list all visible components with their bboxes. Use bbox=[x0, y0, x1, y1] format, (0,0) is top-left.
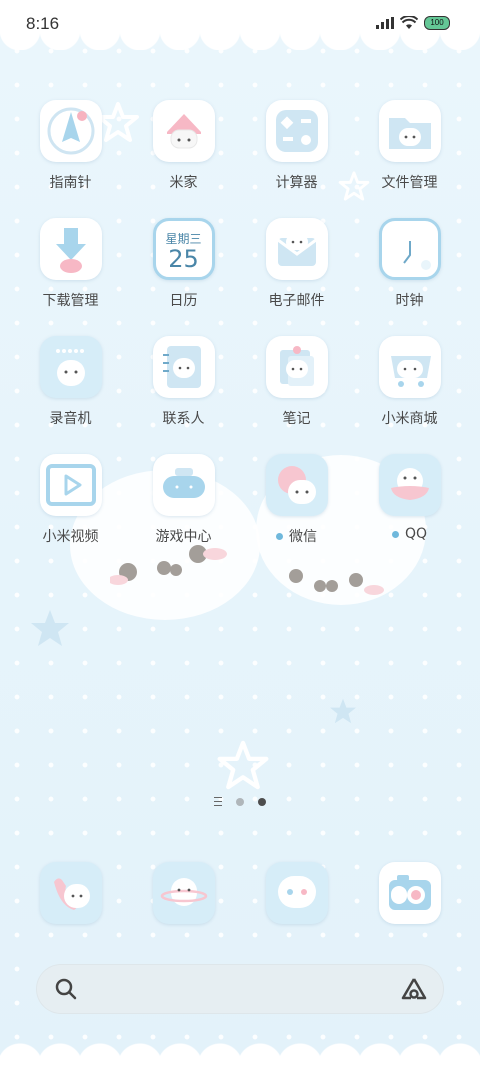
contacts-icon bbox=[152, 336, 215, 398]
page-indicator[interactable] bbox=[0, 797, 480, 806]
app-mi-video[interactable]: 小米视频 bbox=[14, 454, 127, 546]
app-label: 小米商城 bbox=[381, 411, 438, 427]
app-label: 联系人 bbox=[162, 411, 205, 427]
app-label: 时钟 bbox=[395, 293, 424, 309]
page-dot-active[interactable] bbox=[258, 797, 266, 806]
signal-icon bbox=[376, 17, 394, 29]
download-icon bbox=[39, 218, 102, 280]
dock-camera[interactable] bbox=[353, 862, 466, 924]
app-label: 下载管理 bbox=[42, 293, 99, 309]
phone-icon bbox=[39, 862, 102, 924]
calendar-day: 25 bbox=[168, 245, 199, 273]
app-label: 米家 bbox=[169, 175, 198, 191]
new-indicator-dot bbox=[276, 532, 283, 540]
app-label: 文件管理 bbox=[381, 175, 438, 191]
calculator-icon bbox=[265, 100, 328, 162]
calendar-icon: 星期三 25 bbox=[152, 218, 215, 280]
dock-phone[interactable] bbox=[14, 862, 127, 924]
app-label: 小米视频 bbox=[42, 529, 99, 545]
gamepad-icon bbox=[152, 454, 215, 516]
clock-icon bbox=[378, 218, 441, 280]
status-time: 8:16 bbox=[26, 14, 60, 33]
shop-cart-icon bbox=[378, 336, 441, 398]
dock-browser[interactable] bbox=[127, 862, 240, 924]
app-calculator[interactable]: 计算器 bbox=[240, 100, 353, 192]
wechat-icon bbox=[265, 454, 328, 516]
assistant-icon[interactable] bbox=[400, 976, 428, 1002]
app-clock[interactable]: 时钟 bbox=[353, 218, 466, 310]
app-email[interactable]: 电子邮件 bbox=[240, 218, 353, 310]
browser-icon bbox=[152, 862, 215, 924]
app-grid: 指南针 米家 计算器 文件管理 下载管理 星期三 25 日历 电子邮件 时钟 录… bbox=[14, 100, 466, 546]
app-calendar[interactable]: 星期三 25 日历 bbox=[127, 218, 240, 310]
app-file-manager[interactable]: 文件管理 bbox=[353, 100, 466, 192]
app-label: 微信 bbox=[289, 529, 317, 545]
app-label: 日历 bbox=[169, 293, 198, 309]
new-indicator-dot bbox=[391, 530, 399, 538]
qq-icon bbox=[378, 454, 441, 516]
dock bbox=[14, 862, 466, 924]
home-icon bbox=[152, 100, 215, 162]
search-icon[interactable] bbox=[54, 977, 78, 1001]
app-label: 计算器 bbox=[275, 175, 318, 191]
app-label: 笔记 bbox=[282, 411, 311, 427]
app-mi-shop[interactable]: 小米商城 bbox=[353, 336, 466, 428]
star-decoration bbox=[31, 610, 69, 646]
folder-icon bbox=[378, 100, 441, 162]
messages-icon bbox=[265, 862, 328, 924]
app-compass[interactable]: 指南针 bbox=[14, 100, 127, 192]
app-game-center[interactable]: 游戏中心 bbox=[127, 454, 240, 546]
app-mijia[interactable]: 米家 bbox=[127, 100, 240, 192]
dock-messages[interactable] bbox=[240, 862, 353, 924]
app-label: 录音机 bbox=[49, 411, 92, 427]
star-decoration bbox=[330, 698, 356, 724]
mail-icon bbox=[265, 218, 328, 280]
scallop-decoration-bottom bbox=[0, 1026, 480, 1066]
star-outline-decoration bbox=[217, 740, 269, 790]
camera-icon bbox=[378, 862, 441, 924]
app-notes[interactable]: 笔记 bbox=[240, 336, 353, 428]
status-bar: 8:16 100 bbox=[0, 0, 480, 50]
app-label: 指南针 bbox=[49, 175, 92, 191]
video-play-icon bbox=[39, 454, 102, 516]
battery-indicator: 100 bbox=[424, 16, 450, 30]
app-drawer-icon[interactable] bbox=[214, 797, 222, 806]
search-bar[interactable] bbox=[36, 964, 444, 1014]
app-qq[interactable]: QQ bbox=[353, 454, 466, 546]
app-wechat[interactable]: 微信 bbox=[240, 454, 353, 546]
page-dot[interactable] bbox=[236, 797, 244, 806]
notes-icon bbox=[265, 336, 328, 398]
app-contacts[interactable]: 联系人 bbox=[127, 336, 240, 428]
app-recorder[interactable]: 录音机 bbox=[14, 336, 127, 428]
recorder-icon bbox=[39, 336, 102, 398]
compass-icon bbox=[39, 100, 102, 162]
app-label: 电子邮件 bbox=[268, 293, 325, 309]
app-label: QQ bbox=[404, 526, 428, 542]
app-download-manager[interactable]: 下载管理 bbox=[14, 218, 127, 310]
app-label: 游戏中心 bbox=[155, 529, 212, 545]
wifi-icon bbox=[400, 16, 418, 29]
ghost-face-decoration bbox=[289, 569, 384, 595]
